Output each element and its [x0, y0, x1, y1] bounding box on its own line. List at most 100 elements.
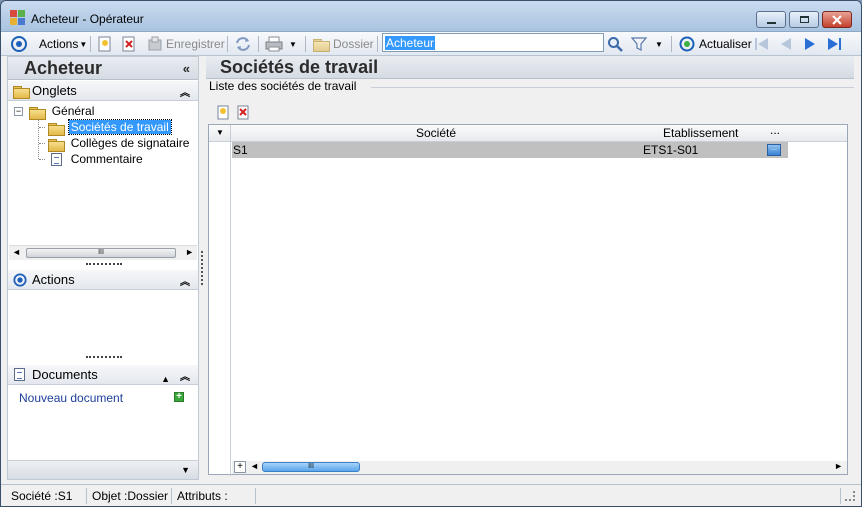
folder-label: Dossier: [333, 37, 374, 51]
refresh-button[interactable]: Actualiser: [679, 35, 752, 53]
collapse-section-icon[interactable]: ︽: [180, 273, 190, 293]
folder-icon: [313, 38, 330, 52]
document-icon: [51, 153, 63, 167]
chevron-down-icon[interactable]: ▼: [181, 465, 190, 475]
refresh-icon: [679, 36, 695, 52]
column-header-more[interactable]: ...: [770, 122, 780, 138]
maximize-button[interactable]: [789, 11, 819, 28]
filter-button[interactable]: ▼: [631, 35, 663, 53]
filter-icon: [631, 37, 647, 51]
chevron-down-icon: ▼: [289, 39, 297, 49]
scroll-thumb[interactable]: III: [262, 462, 360, 472]
page-title-text: Sociétés de travail: [220, 57, 379, 77]
splitter-grip[interactable]: [86, 356, 122, 359]
tree-item-label: Sociétés de travail: [67, 119, 172, 135]
sync-icon[interactable]: [235, 35, 251, 53]
onglets-label: Onglets: [32, 83, 77, 98]
previous-record-button[interactable]: [778, 35, 794, 53]
documents-section-header[interactable]: Documents ▲ ︽: [8, 365, 198, 385]
target-icon: [13, 273, 27, 287]
column-header-societe[interactable]: Société: [416, 125, 456, 141]
collapse-left-icon[interactable]: «: [183, 57, 190, 80]
status-bar: Société :S1 Objet :Dossier Attributs :: [1, 484, 861, 506]
tree-item-label: Commentaire: [70, 152, 143, 166]
scroll-right-icon[interactable]: ►: [834, 461, 843, 471]
folder-icon: [29, 106, 47, 120]
tree-item-colleges-de-signataire[interactable]: Collèges de signataire: [39, 135, 190, 152]
new-record-icon[interactable]: [98, 35, 112, 53]
minimize-button[interactable]: [756, 11, 786, 28]
save-icon: [148, 36, 162, 51]
left-panel-title-text: Acheteur: [24, 58, 103, 78]
document-icon: [14, 368, 25, 381]
actions-menu[interactable]: Actions ▼: [39, 35, 87, 53]
tree-horizontal-scrollbar[interactable]: ◄ III ►: [9, 245, 197, 260]
actions-section-header[interactable]: Actions ︽: [8, 270, 198, 290]
minimize-icon: [766, 21, 776, 24]
societes-grid: ▼ Société Etablissement ... S1 ETS1-S01 …: [208, 122, 848, 476]
scroll-left-icon[interactable]: ◄: [250, 461, 259, 471]
new-document-link[interactable]: Nouveau document: [19, 391, 123, 405]
delete-record-icon[interactable]: [122, 35, 136, 53]
vertical-splitter[interactable]: [201, 251, 204, 285]
actions-target-icon[interactable]: [11, 35, 27, 53]
scroll-grip-text: III: [308, 463, 314, 470]
grid-new-row-icon[interactable]: [217, 105, 230, 123]
scroll-left-icon[interactable]: ◄: [12, 247, 21, 257]
previous-icon: [781, 38, 791, 50]
next-record-button[interactable]: [802, 35, 818, 53]
add-document-icon[interactable]: +: [174, 392, 184, 402]
save-button[interactable]: Enregistrer: [147, 35, 225, 53]
tree-item-commentaire[interactable]: Commentaire: [39, 151, 143, 167]
documents-label: Documents: [32, 367, 98, 382]
refresh-label: Actualiser: [699, 37, 752, 51]
app-icon: [10, 10, 26, 26]
cell-societe[interactable]: S1: [233, 142, 248, 158]
collapse-section-icon[interactable]: ︽: [180, 84, 190, 104]
search-input-box[interactable]: Acheteur: [382, 33, 604, 52]
status-objet: Objet :Dossier: [89, 488, 172, 504]
grid-horizontal-scrollbar[interactable]: + ◄ III ►: [232, 461, 847, 474]
first-record-button[interactable]: [754, 35, 770, 53]
column-header-etablissement[interactable]: Etablissement: [663, 125, 738, 141]
page-title: Sociétés de travail: [206, 56, 854, 79]
tree-item-general[interactable]: − Général: [14, 103, 94, 120]
cell-etablissement[interactable]: ETS1-S01: [643, 142, 698, 158]
grid-delete-row-icon[interactable]: [237, 105, 250, 123]
folder-button[interactable]: Dossier: [313, 35, 374, 53]
application-window: Acheteur - Opérateur Actions ▼ Enregistr…: [0, 0, 862, 507]
chevron-down-icon: ▼: [79, 39, 88, 49]
search-button[interactable]: [607, 35, 623, 53]
resize-grip-icon[interactable]: [845, 491, 855, 501]
grid-menu-chevron-icon[interactable]: ▼: [216, 128, 224, 137]
splitter-grip[interactable]: [86, 263, 122, 266]
scroll-thumb[interactable]: III: [26, 248, 176, 258]
chevron-down-icon: ▼: [655, 39, 663, 49]
close-button[interactable]: [822, 11, 852, 28]
left-panel: Acheteur « Onglets ︽ − Général Sociétés …: [7, 56, 199, 480]
tree-item-label: Collèges de signataire: [70, 136, 190, 150]
folder-icon: [48, 138, 66, 152]
last-record-button[interactable]: [826, 35, 842, 53]
status-attributs: Attributs :: [174, 488, 256, 504]
first-icon: [755, 38, 768, 50]
collapse-section-icon[interactable]: ︽: [180, 368, 190, 388]
save-label: Enregistrer: [166, 37, 225, 51]
status-societe: Société :S1: [8, 488, 87, 504]
search-input-value[interactable]: Acheteur: [385, 36, 436, 50]
search-icon: [608, 37, 623, 52]
group-divider: [371, 87, 854, 88]
tree-expander-icon[interactable]: −: [14, 107, 23, 117]
table-row[interactable]: S1 ETS1-S01 ...: [232, 142, 788, 158]
add-row-icon[interactable]: +: [234, 461, 246, 473]
tree-item-societes-de-travail[interactable]: Sociétés de travail: [39, 119, 172, 136]
print-button[interactable]: ▼: [265, 35, 297, 53]
row-detail-button[interactable]: ...: [767, 144, 781, 156]
actions-section-label: Actions: [32, 272, 75, 287]
collapse-up-icon[interactable]: ▲: [161, 369, 170, 389]
folder-icon: [13, 85, 30, 99]
left-panel-footer: ▼: [8, 460, 198, 479]
scroll-right-icon[interactable]: ►: [185, 247, 194, 257]
row-header-column: [230, 125, 231, 476]
onglets-section-header[interactable]: Onglets ︽: [8, 81, 198, 101]
